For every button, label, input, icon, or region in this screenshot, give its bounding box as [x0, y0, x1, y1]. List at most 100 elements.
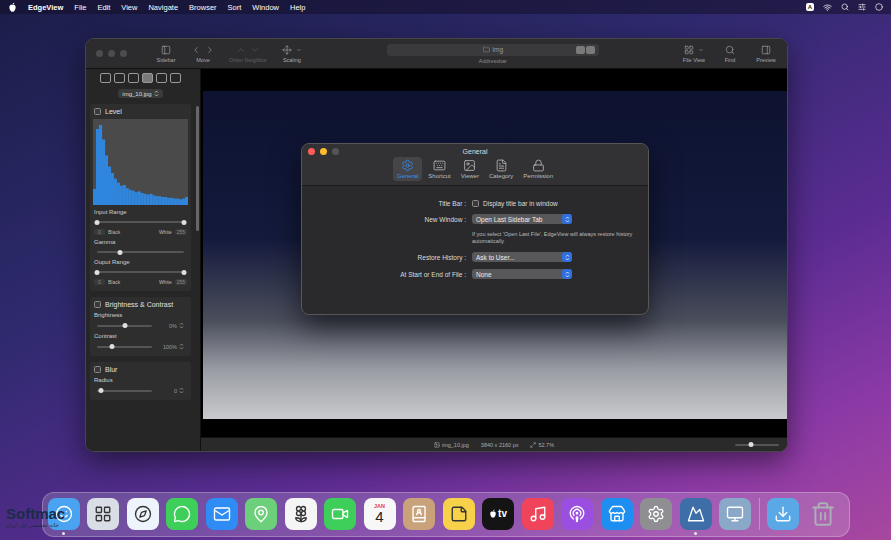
value-field[interactable]: 100% — [156, 343, 184, 350]
wifi-icon[interactable] — [823, 3, 832, 12]
app-icon[interactable] — [166, 498, 198, 530]
app-icon[interactable] — [680, 498, 712, 530]
slider[interactable] — [97, 388, 152, 394]
slider[interactable] — [97, 249, 184, 255]
app-icon[interactable]: JAN4 — [364, 498, 396, 530]
app-icon[interactable] — [640, 498, 672, 530]
dock-item[interactable] — [285, 498, 317, 535]
select[interactable]: Ask to User... — [472, 252, 572, 262]
toolbar-button[interactable]: Find — [719, 44, 741, 63]
toolbar-button[interactable]: Preview — [755, 44, 777, 63]
dock-item[interactable] — [324, 498, 356, 535]
app-icon[interactable] — [561, 498, 593, 530]
slider-knob[interactable] — [109, 344, 114, 349]
select[interactable]: Open Last Sidebar Tab — [472, 214, 572, 224]
range-slider[interactable] — [97, 219, 184, 225]
dock-item[interactable] — [206, 498, 238, 535]
dock-item[interactable] — [443, 498, 475, 535]
app-icon[interactable] — [601, 498, 633, 530]
app-menu[interactable]: EdgeView — [28, 3, 63, 12]
control-center-icon[interactable] — [858, 3, 866, 11]
dialog-tab[interactable]: Viewer — [457, 157, 483, 181]
app-icon[interactable] — [127, 498, 159, 530]
toolbar-button[interactable]: Move — [191, 44, 215, 63]
low-value-field[interactable]: 0 — [94, 229, 105, 235]
app-icon[interactable] — [719, 498, 751, 530]
stack-icon[interactable] — [807, 498, 839, 530]
range-slider[interactable] — [97, 269, 184, 275]
low-value-field[interactable]: 0 — [94, 279, 105, 285]
slider[interactable] — [97, 344, 152, 350]
checkbox[interactable] — [472, 200, 479, 207]
close-button[interactable] — [96, 50, 103, 57]
zoom-button[interactable] — [120, 50, 127, 57]
dock-item[interactable] — [680, 498, 712, 535]
zoom-button[interactable] — [332, 148, 339, 155]
dock-item[interactable] — [601, 498, 633, 535]
checkbox-field[interactable]: Display title bar in window — [472, 200, 636, 207]
dock-item[interactable] — [522, 498, 554, 535]
close-button[interactable] — [308, 148, 315, 155]
app-icon[interactable] — [443, 498, 475, 530]
dock-item[interactable] — [127, 498, 159, 535]
scroll-thumb[interactable] — [196, 106, 199, 231]
app-icon[interactable] — [245, 498, 277, 530]
slider-knob[interactable] — [118, 250, 123, 255]
slider-knob[interactable] — [748, 442, 753, 447]
address-field[interactable]: img — [387, 44, 599, 56]
low-knob[interactable] — [95, 270, 100, 275]
file-popup[interactable]: img_10.jpg — [118, 89, 162, 98]
menu-item[interactable]: Edit — [97, 3, 110, 12]
dialog-tab[interactable]: General — [393, 157, 422, 181]
slider-knob[interactable] — [122, 323, 127, 328]
dialog-tab[interactable]: Category — [485, 157, 517, 181]
dock-item[interactable] — [807, 498, 839, 535]
menu-item[interactable]: Help — [290, 3, 305, 12]
dock-item[interactable] — [403, 498, 435, 535]
dock-item[interactable] — [719, 498, 751, 535]
notification-icon[interactable] — [875, 3, 883, 11]
app-icon[interactable]: tv — [482, 498, 514, 530]
dock-item[interactable] — [245, 498, 277, 535]
low-knob[interactable] — [95, 220, 100, 225]
dock-item[interactable]: JAN4 — [364, 498, 396, 535]
dock-item[interactable]: tv — [482, 498, 514, 535]
app-icon[interactable] — [87, 498, 119, 530]
dock-item[interactable] — [640, 498, 672, 535]
dialog-tab[interactable]: Shortcut — [424, 157, 454, 181]
high-knob[interactable] — [182, 220, 187, 225]
section-checkbox[interactable] — [94, 366, 101, 373]
app-icon[interactable] — [522, 498, 554, 530]
app-icon[interactable] — [285, 498, 317, 530]
select[interactable]: None — [472, 269, 572, 279]
back-icon[interactable] — [191, 45, 201, 55]
high-value-field[interactable]: 255 — [175, 279, 187, 285]
dialog-tab[interactable]: Permission — [519, 157, 557, 181]
dock-item[interactable] — [767, 498, 799, 535]
sidebar-tab[interactable] — [156, 73, 167, 83]
dock-item[interactable] — [87, 498, 119, 535]
sidebar-tab[interactable] — [170, 73, 181, 83]
dock-item[interactable] — [166, 498, 198, 535]
toolbar-button[interactable]: Sidebar — [155, 44, 177, 63]
app-icon[interactable] — [324, 498, 356, 530]
section-checkbox[interactable] — [94, 108, 101, 115]
minimize-button[interactable] — [108, 50, 115, 57]
app-icon[interactable] — [206, 498, 238, 530]
sidebar-tab[interactable] — [114, 73, 125, 83]
section-checkbox[interactable] — [94, 301, 101, 308]
slider-knob[interactable] — [99, 388, 104, 393]
menu-item[interactable]: View — [121, 3, 137, 12]
toolbar-button[interactable]: File View — [683, 44, 705, 63]
toolbar-button[interactable]: Scaling — [281, 44, 303, 63]
value-field[interactable]: 0% — [156, 322, 184, 329]
spotlight-icon[interactable] — [841, 3, 849, 11]
sidebar-tab[interactable] — [100, 73, 111, 83]
menu-item[interactable]: Browser — [189, 3, 217, 12]
dock-item[interactable] — [561, 498, 593, 535]
menu-item[interactable]: File — [74, 3, 86, 12]
apple-logo-icon[interactable] — [8, 2, 17, 12]
slider[interactable] — [97, 323, 152, 329]
sidebar-tab[interactable] — [142, 73, 153, 83]
minimize-button[interactable] — [320, 148, 327, 155]
